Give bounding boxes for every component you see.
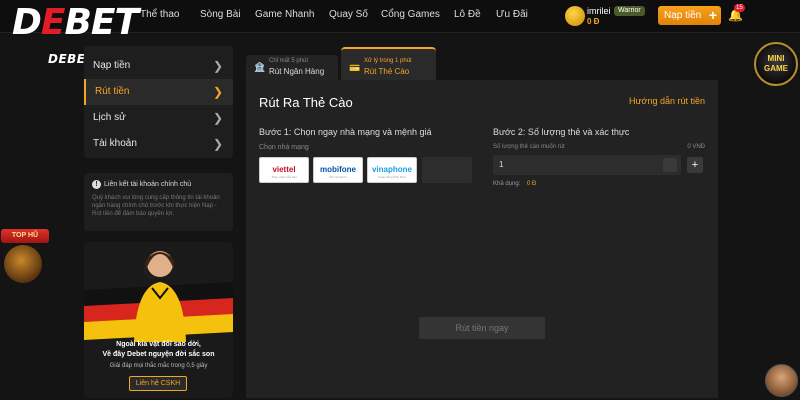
- rank-badge: Warrior: [614, 6, 645, 16]
- sidebar-item-label: Rút tiền: [95, 86, 130, 97]
- withdraw-guide-link[interactable]: Hướng dẫn rút tiền: [629, 96, 705, 106]
- account-link-notice: ! Liên kết tài khoản chính chủ Quý khách…: [84, 173, 233, 231]
- tab-card-withdraw[interactable]: 💳 Xử lý trong 1 phút Rút Thẻ Cào: [341, 47, 436, 80]
- username: imrilei: [587, 6, 611, 16]
- carrier-tagline: Theo cách của bạn: [271, 175, 297, 179]
- carrier-option-empty[interactable]: [422, 157, 472, 183]
- tab-bank-withdraw[interactable]: 🏦 Chỉ mất 5 phút Rút Ngân Hàng: [246, 55, 338, 80]
- sidebar-item-label: Lịch sử: [93, 112, 126, 123]
- carrier-option-mobifone[interactable]: mobifone Kết nối giá trị: [313, 157, 363, 183]
- chevron-right-icon: ❯: [212, 59, 223, 73]
- card-icon: 💳: [349, 63, 361, 73]
- chevron-right-icon: ❯: [212, 137, 223, 151]
- withdraw-now-button[interactable]: Rút tiền ngay: [419, 317, 545, 339]
- bank-icon: 🏦: [254, 62, 266, 72]
- promo-headline-1: Ngoài kia vật đổi sao dời,: [116, 341, 201, 348]
- quantity-value: 1: [499, 160, 504, 169]
- nav-item-quick-games[interactable]: Game Nhanh: [255, 9, 314, 20]
- tab-label: Rút Ngân Hàng: [269, 67, 325, 76]
- page-title: Rút Ra Thẻ Cào: [259, 95, 353, 110]
- plus-icon: +: [708, 7, 717, 23]
- mini-game-button[interactable]: MINI GAME: [754, 42, 798, 86]
- quantity-stepper[interactable]: 1: [493, 155, 681, 175]
- live-support-avatar[interactable]: [765, 364, 798, 397]
- notice-title-row: ! Liên kết tài khoản chính chủ: [92, 180, 225, 189]
- carrier-select-label: Chọn nhà mạng: [259, 144, 309, 151]
- nav-item-sports[interactable]: Thể thao: [140, 9, 179, 20]
- chevron-right-icon: ❯: [212, 85, 223, 99]
- info-icon: !: [92, 180, 101, 189]
- nav-item-casino[interactable]: Sòng Bài: [200, 9, 241, 20]
- notice-title: Liên kết tài khoản chính chủ: [104, 181, 192, 188]
- support-promo-banner: Ngoài kia vật đổi sao dời, Về đây Debet …: [84, 242, 233, 398]
- sidebar-item-deposit[interactable]: Nạp tiền ❯: [84, 53, 233, 79]
- step2-title: Bước 2: Số lượng thẻ và xác thực: [493, 127, 630, 137]
- sidebar-item-history[interactable]: Lịch sử ❯: [84, 105, 233, 131]
- notice-text: Quý khách vui lòng cung cấp thông tin tà…: [92, 195, 220, 217]
- top-jackpot-button[interactable]: TOP HŨ: [1, 229, 49, 243]
- carrier-tagline: Cuộc sống đích thực: [378, 175, 406, 179]
- jackpot-pot-icon[interactable]: [4, 245, 42, 283]
- sidebar-item-label: Nạp tiền: [93, 60, 131, 71]
- mini-game-label-2: GAME: [764, 64, 788, 73]
- avatar: [565, 6, 585, 26]
- available-balance-label: Khả dụng:: [493, 181, 521, 187]
- brand-logo[interactable]: DEBET DEBETS.WORLD: [12, 2, 161, 67]
- tab-label: Rút Thẻ Cào: [364, 67, 410, 76]
- notification-count: 15: [734, 4, 745, 12]
- support-agent-illustration: [84, 251, 233, 342]
- nav-item-promotions[interactable]: Ưu Đãi: [496, 9, 528, 20]
- decrement-button[interactable]: [663, 158, 677, 172]
- step1-title: Bước 1: Chọn ngay nhà mạng và mệnh giá: [259, 127, 432, 137]
- logo-text: DEBET: [12, 2, 139, 43]
- promo-headline-2: Về đây Debet nguyện đời sắc son: [102, 351, 215, 358]
- carrier-option-viettel[interactable]: viettel Theo cách của bạn: [259, 157, 309, 183]
- nav-item-lode[interactable]: Lô Đề: [454, 9, 481, 20]
- account-menu: Nạp tiền ❯ Rút tiền ❯ Lịch sử ❯ Tài khoả…: [84, 46, 233, 158]
- carrier-tagline: Kết nối giá trị: [329, 175, 347, 179]
- contact-support-button[interactable]: Liên hệ CSKH: [129, 376, 187, 391]
- mini-game-label-1: MINI: [767, 54, 785, 63]
- nav-item-lottery[interactable]: Quay Số: [329, 9, 368, 20]
- withdraw-card-panel: Rút Ra Thẻ Cào Hướng dẫn rút tiền Bước 1…: [246, 80, 718, 398]
- user-info[interactable]: imrilei Warrior 0 Đ: [565, 5, 655, 27]
- promo-subtext: Giải đáp mọi thắc mắc trong 0,5 giây: [109, 363, 208, 369]
- user-balance: 0 Đ: [587, 17, 600, 26]
- tab-sublabel: Xử lý trong 1 phút: [364, 58, 412, 64]
- chevron-right-icon: ❯: [212, 111, 223, 125]
- carrier-name: vinaphone: [371, 165, 412, 174]
- deposit-button-label: Nạp tiền: [664, 10, 702, 21]
- deposit-button[interactable]: Nạp tiền +: [658, 6, 721, 25]
- sidebar-item-label: Tài khoản: [93, 138, 137, 149]
- sidebar-item-withdraw[interactable]: Rút tiền ❯: [84, 79, 233, 105]
- total-amount: 0 VNĐ: [687, 144, 705, 150]
- carrier-name: viettel: [272, 165, 296, 174]
- tab-sublabel: Chỉ mất 5 phút: [269, 58, 309, 64]
- nav-item-game-portal[interactable]: Cổng Games: [381, 9, 440, 20]
- carrier-name: mobifone: [320, 165, 356, 174]
- available-balance-value: 0 Đ: [527, 181, 537, 187]
- increment-button[interactable]: +: [687, 157, 703, 173]
- sidebar-item-account[interactable]: Tài khoản ❯: [84, 131, 233, 157]
- quantity-label: Số lượng thẻ cào muốn rút: [493, 144, 565, 150]
- carrier-option-vinaphone[interactable]: vinaphone Cuộc sống đích thực: [367, 157, 417, 183]
